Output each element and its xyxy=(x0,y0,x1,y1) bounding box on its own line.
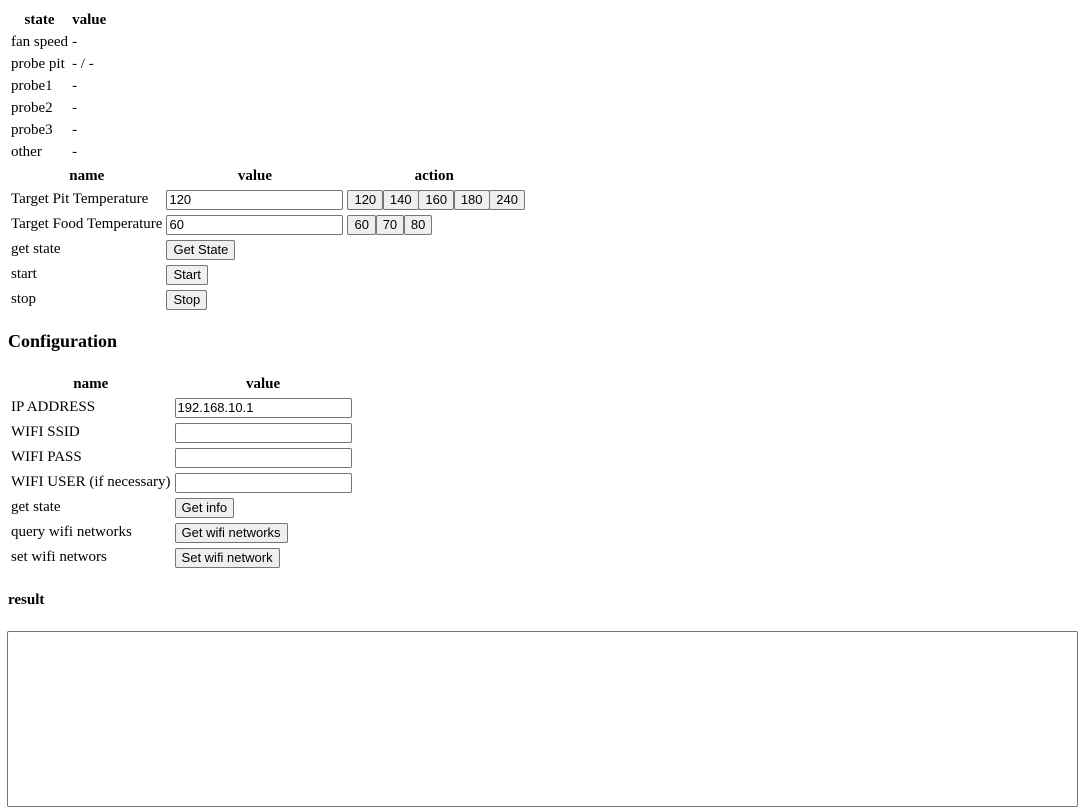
start-button[interactable]: Start xyxy=(166,264,208,285)
state-row-probe-pit: probe pit - / - xyxy=(10,54,107,74)
stop-row: stop Stop xyxy=(10,288,522,311)
pit-temperature-input[interactable] xyxy=(166,189,344,210)
set-wifi-network-button[interactable]: Set wifi network xyxy=(174,547,280,568)
pit-temperature-row: Target Pit Temperature 120 140 160 180 2… xyxy=(10,188,525,211)
state-row-other: other - xyxy=(10,142,107,162)
state-value: - xyxy=(72,121,78,138)
start-row: start Start xyxy=(10,263,522,286)
food-temperature-label: Target Food Temperature xyxy=(11,216,163,232)
configuration-table: name value IP ADDRESS WIFI SSID WIFI PAS… xyxy=(8,372,355,571)
ip-address-row: IP ADDRESS xyxy=(10,396,353,419)
wifi-ssid-row: WIFI SSID xyxy=(10,421,353,444)
wifi-pass-input[interactable] xyxy=(174,447,352,468)
stop-button[interactable]: Stop xyxy=(166,289,208,310)
state-value: - xyxy=(72,77,78,94)
food-temperature-input[interactable] xyxy=(166,214,344,235)
state-table-header: state value xyxy=(10,10,107,30)
ip-address-input[interactable] xyxy=(174,397,352,418)
wifi-user-row: WIFI USER (if necessary) xyxy=(10,471,353,494)
state-label: probe1 xyxy=(11,77,53,94)
wifi-ssid-label: WIFI SSID xyxy=(11,424,80,440)
wifi-ssid-input[interactable] xyxy=(174,422,352,443)
state-row-probe3: probe3 - xyxy=(10,120,107,140)
query-wifi-label: query wifi networks xyxy=(11,524,132,540)
pit-preset-180-button[interactable]: 180 xyxy=(453,189,490,210)
food-preset-60-button[interactable]: 60 xyxy=(347,214,376,235)
column-header-value: value xyxy=(245,375,281,392)
get-wifi-networks-button[interactable]: Get wifi networks xyxy=(174,522,288,543)
state-value: - xyxy=(72,99,78,116)
state-row-fan-speed: fan speed - xyxy=(10,32,107,52)
query-wifi-row: query wifi networks Get wifi networks xyxy=(10,521,353,544)
control-table: name value action Target Pit Temperature… xyxy=(8,164,525,313)
configuration-table-header: name value xyxy=(10,374,353,394)
wifi-pass-row: WIFI PASS xyxy=(10,446,353,469)
state-row-probe1: probe1 - xyxy=(10,76,107,96)
food-temperature-row: Target Food Temperature 60 70 80 xyxy=(10,213,522,236)
wifi-user-label: WIFI USER (if necessary) xyxy=(11,474,171,490)
state-value: - xyxy=(72,33,78,50)
get-info-label: get state xyxy=(11,499,61,515)
column-header-state: state xyxy=(24,11,55,28)
get-state-label: get state xyxy=(11,241,61,257)
state-value: - xyxy=(72,143,78,160)
state-value: - / - xyxy=(72,55,94,72)
state-row-probe2: probe2 - xyxy=(10,98,107,118)
pit-preset-160-button[interactable]: 160 xyxy=(418,189,455,210)
wifi-user-input[interactable] xyxy=(174,472,352,493)
state-table: state value fan speed - probe pit - / - … xyxy=(8,8,109,164)
get-state-row: get state Get State xyxy=(10,238,522,261)
set-wifi-row: set wifi networs Set wifi network xyxy=(10,546,353,569)
ip-address-label: IP ADDRESS xyxy=(11,399,96,415)
set-wifi-label: set wifi networs xyxy=(11,549,107,565)
food-preset-80-button[interactable]: 80 xyxy=(403,214,433,235)
wifi-pass-label: WIFI PASS xyxy=(11,449,82,465)
state-label: probe2 xyxy=(11,99,53,116)
get-state-button[interactable]: Get State xyxy=(166,239,236,260)
food-preset-group: 60 70 80 xyxy=(346,213,522,236)
pit-preset-120-button[interactable]: 120 xyxy=(347,189,384,210)
configuration-heading: Configuration xyxy=(8,331,118,351)
column-header-value: value xyxy=(72,11,107,28)
result-heading: result xyxy=(8,592,45,608)
pit-preset-group: 120 140 160 180 240 xyxy=(346,188,525,211)
pit-preset-140-button[interactable]: 140 xyxy=(382,189,419,210)
state-label: probe3 xyxy=(11,121,53,138)
pit-temperature-label: Target Pit Temperature xyxy=(11,191,149,207)
food-preset-70-button[interactable]: 70 xyxy=(375,214,405,235)
state-label: other xyxy=(11,143,42,160)
column-header-value: value xyxy=(237,167,273,184)
state-label: probe pit xyxy=(11,55,65,72)
column-header-action: action xyxy=(414,167,454,184)
get-info-row: get state Get info xyxy=(10,496,353,519)
stop-label: stop xyxy=(11,291,37,307)
get-info-button[interactable]: Get info xyxy=(174,497,235,518)
pit-preset-240-button[interactable]: 240 xyxy=(489,189,525,210)
column-header-name: name xyxy=(73,375,109,392)
control-table-header: name value action xyxy=(10,166,522,186)
column-header-name: name xyxy=(69,167,105,184)
start-label: start xyxy=(11,266,37,282)
result-textarea[interactable] xyxy=(7,631,1078,807)
state-label: fan speed xyxy=(11,33,69,50)
